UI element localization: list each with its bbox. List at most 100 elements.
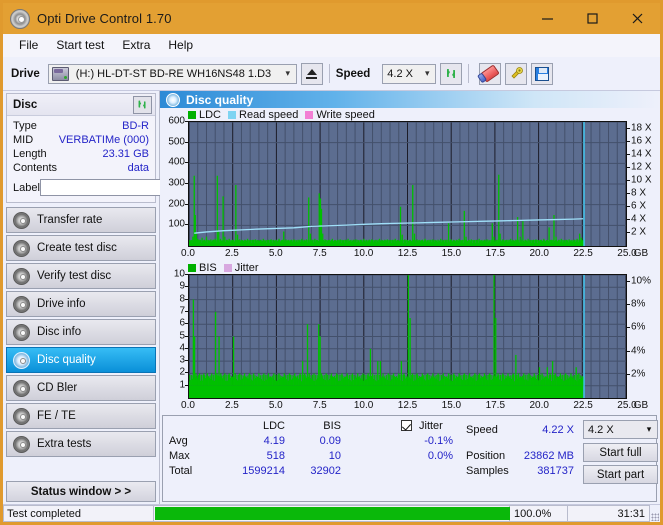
y2-tick — [627, 180, 630, 182]
x-tick-label: 10.0 — [353, 400, 374, 411]
sidebar-item-drive-info[interactable]: Drive info — [6, 291, 156, 317]
erase-disc-button[interactable] — [479, 62, 502, 85]
stats-row-avg: Avg — [169, 435, 188, 447]
disc-label-row: Label — [13, 178, 245, 197]
y2-tick — [627, 128, 630, 130]
floppy-icon — [535, 66, 550, 81]
y-tick-label: 100 — [168, 218, 185, 230]
save-button[interactable] — [531, 62, 554, 85]
sidebar-item-transfer-rate[interactable]: Transfer rate — [6, 207, 156, 233]
sidebar-item-cd-bler[interactable]: CD Bler — [6, 375, 156, 401]
y2-tick-label: 14 X — [631, 148, 652, 160]
disc-contents-label: Contents — [13, 162, 58, 174]
eject-button[interactable] — [300, 62, 323, 85]
chart2-legend: BIS Jitter — [162, 261, 658, 274]
status-message: Test completed — [3, 505, 153, 522]
y-tick-label: 500 — [168, 136, 185, 148]
disc-row-length: Length 23.31 GB — [13, 147, 149, 161]
stats-bis-avg: 0.09 — [319, 435, 341, 447]
app-icon — [10, 8, 30, 29]
sidebar-item-label: CD Bler — [37, 382, 78, 394]
tools-button[interactable] — [505, 62, 528, 85]
eject-icon — [306, 68, 318, 79]
drive-icon — [51, 66, 69, 81]
y2-tick-label: 6% — [631, 321, 646, 333]
disc-panel-header: Disc — [7, 94, 155, 116]
stats-row-max: Max — [169, 450, 190, 462]
maximize-button[interactable] — [570, 3, 615, 34]
sidebar-item-disc-info[interactable]: Disc info — [6, 319, 156, 345]
start-part-button[interactable]: Start part — [583, 465, 658, 484]
x-tick-label: 5.0 — [268, 248, 283, 259]
disc-icon — [13, 323, 30, 341]
legend-swatch — [305, 110, 314, 119]
sidebar-item-label: FE / TE — [37, 410, 76, 422]
legend-label: BIS — [199, 261, 217, 274]
legend-swatch — [188, 110, 196, 119]
sidebar-item-label: Create test disc — [37, 242, 117, 254]
stats-bis-max: 10 — [328, 450, 341, 462]
sidebar-item-disc-quality[interactable]: Disc quality — [6, 347, 156, 373]
close-button[interactable] — [615, 3, 660, 34]
x-tick-label: 17.5 — [485, 400, 506, 411]
sidebar-nav: Transfer rate Create test disc Verify te… — [6, 207, 156, 459]
legend-item-read-speed: Read speed — [228, 109, 298, 121]
stats-speed-select[interactable]: 4.2 X ▾ — [583, 420, 658, 439]
stats-speed-value: 4.22 X — [542, 424, 574, 436]
menu-help[interactable]: Help — [159, 36, 202, 54]
x-tick-label: 0.0 — [181, 400, 195, 411]
refresh-icon — [138, 100, 146, 109]
y2-tick — [627, 206, 630, 207]
stats-bis-total: 32902 — [310, 465, 341, 477]
stats-grid: LDC BIS Avg 4.19 0.09 Max 518 10 Total 1… — [163, 416, 658, 501]
menu-start-test[interactable]: Start test — [47, 36, 113, 54]
disc-length-value: 23.31 GB — [102, 148, 149, 160]
charts-area: LDC Read speed Write speed 100 200 300 400 5… — [160, 108, 660, 413]
sidebar-item-label: Verify test disc — [37, 270, 112, 282]
menu-file[interactable]: File — [10, 36, 47, 54]
chart1-plot — [188, 121, 627, 247]
refresh-disc-button[interactable] — [133, 95, 152, 114]
x-tick-label: 17.5 — [485, 248, 506, 259]
stats-row-total: Total — [169, 465, 193, 477]
status-window-button[interactable]: Status window > > — [6, 481, 156, 502]
refresh-button[interactable] — [440, 62, 463, 85]
stats-jitter-avg: -0.1% — [424, 435, 453, 447]
drive-select[interactable]: (H:) HL-DT-ST BD-RE WH16NS48 1.D3 ▾ — [47, 63, 297, 84]
x-tick-label: 12.5 — [397, 248, 418, 259]
x-tick-label: 7.5 — [312, 248, 327, 259]
sidebar-item-create-test-disc[interactable]: Create test disc — [6, 235, 156, 261]
y2-tick — [627, 219, 630, 220]
stats-samples-value: 381737 — [537, 465, 574, 477]
legend-item-write-speed: Write speed — [305, 109, 375, 121]
resize-grip[interactable] — [650, 505, 660, 522]
speed-select-value: 4.2 X — [387, 67, 413, 80]
status-bar: Test completed 100.0% 31:31 — [3, 504, 660, 522]
disc-quality-header: Disc quality — [160, 91, 660, 108]
disc-icon — [13, 239, 30, 257]
stats-ldc-total: 1599214 — [242, 465, 285, 477]
disc-mid-value: VERBATIMe (000) — [58, 134, 149, 146]
y2-tick — [627, 193, 630, 194]
legend-swatch — [228, 110, 237, 119]
stats-panel: LDC BIS Avg 4.19 0.09 Max 518 10 Total 1… — [162, 415, 658, 502]
y-tick-label: 10 — [173, 268, 185, 280]
disc-icon — [13, 435, 30, 453]
speed-select[interactable]: 4.2 X ▾ — [382, 63, 437, 84]
sidebar-item-fe-te[interactable]: FE / TE — [6, 403, 156, 429]
legend-swatch — [188, 263, 196, 272]
minimize-button[interactable] — [525, 3, 570, 34]
x-tick-label: 2.5 — [224, 248, 239, 259]
start-full-button[interactable]: Start full — [583, 443, 658, 462]
legend-item-jitter: Jitter — [223, 262, 259, 274]
sidebar-item-extra-tests[interactable]: Extra tests — [6, 431, 156, 457]
disc-quality-icon — [166, 92, 180, 107]
disc-icon — [13, 295, 30, 313]
y2-tick — [627, 232, 630, 233]
jitter-checkbox[interactable] — [401, 420, 412, 431]
legend-item-ldc: LDC — [188, 109, 221, 121]
sidebar-item-label: Disc info — [37, 326, 82, 338]
disc-icon — [13, 267, 30, 285]
sidebar-item-verify-test-disc[interactable]: Verify test disc — [6, 263, 156, 289]
menu-extra[interactable]: Extra — [113, 36, 159, 54]
